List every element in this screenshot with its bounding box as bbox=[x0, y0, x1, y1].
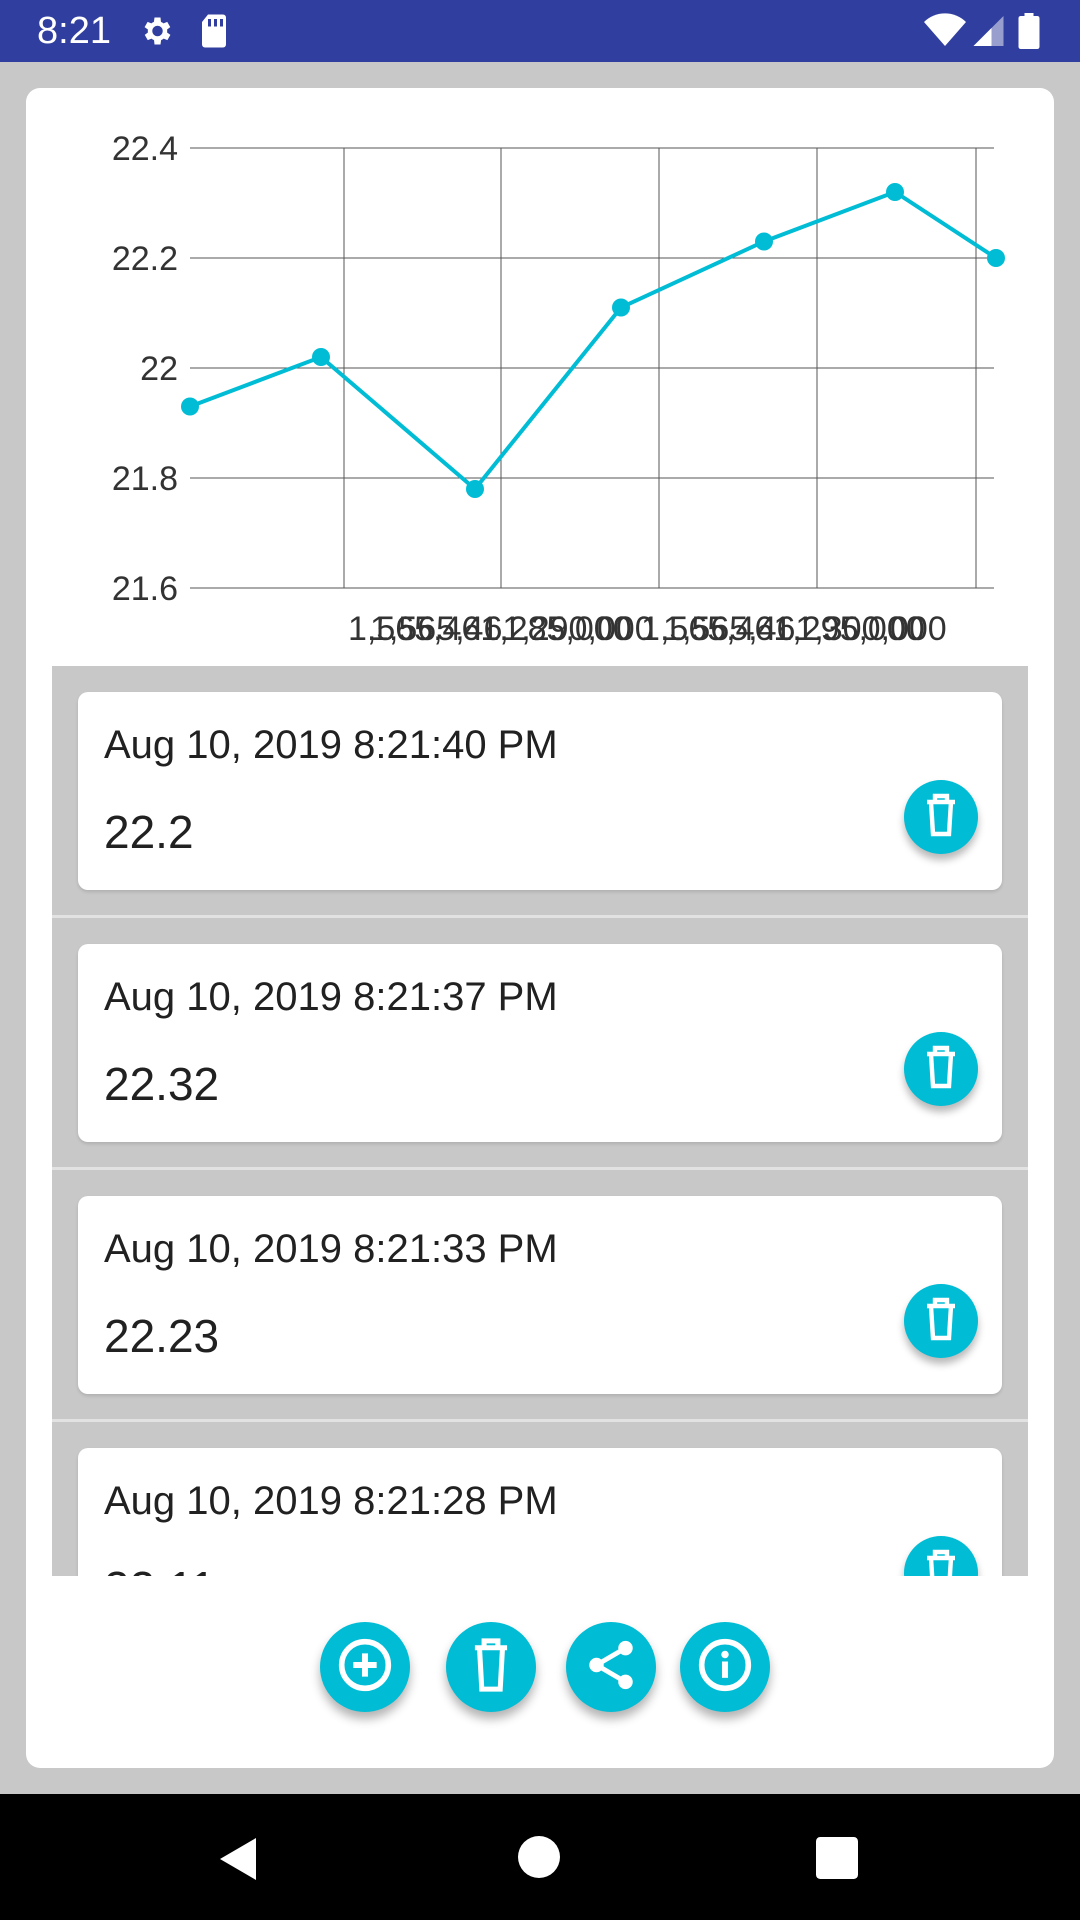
share-icon bbox=[582, 1636, 640, 1699]
list-item[interactable]: Aug 10, 2019 8:21:40 PM 22.2 bbox=[52, 666, 1028, 918]
add-icon bbox=[337, 1637, 393, 1698]
reading-value: 22.23 bbox=[104, 1310, 220, 1362]
trash-icon bbox=[921, 1548, 961, 1576]
delete-all-button[interactable] bbox=[446, 1622, 536, 1712]
delete-all-icon bbox=[468, 1636, 514, 1699]
reading-date: Aug 10, 2019 8:21:40 PM bbox=[104, 723, 558, 767]
sd-card-icon bbox=[198, 13, 230, 54]
reading-card[interactable]: Aug 10, 2019 8:21:28 PM 22.11 bbox=[78, 1448, 1002, 1576]
delete-reading-button[interactable] bbox=[904, 1284, 978, 1358]
main-card: 21.6 21.8 22 22.2 22.4 1,565,461,285,000 1,56… bbox=[26, 88, 1054, 1768]
delete-reading-button[interactable] bbox=[904, 1032, 978, 1106]
add-reading-button[interactable] bbox=[320, 1622, 410, 1712]
data-point bbox=[612, 298, 630, 317]
reading-date: Aug 10, 2019 8:21:37 PM bbox=[104, 975, 558, 1019]
y-tick-label: 22 bbox=[140, 350, 178, 388]
reading-date: Aug 10, 2019 8:21:33 PM bbox=[104, 1227, 558, 1271]
reading-value: 22.32 bbox=[104, 1058, 220, 1110]
trash-icon bbox=[921, 1296, 961, 1347]
back-icon[interactable] bbox=[216, 1836, 260, 1887]
delete-reading-button[interactable] bbox=[904, 780, 978, 854]
line-chart: 21.621.82222.222.41,565,461,285,000 1,56… bbox=[112, 130, 1005, 648]
list-item[interactable]: Aug 10, 2019 8:21:37 PM 22.32 bbox=[52, 918, 1028, 1170]
reading-card[interactable]: Aug 10, 2019 8:21:33 PM 22.23 bbox=[78, 1196, 1002, 1394]
reading-value: 22.11 bbox=[104, 1562, 216, 1576]
info-icon bbox=[697, 1637, 753, 1698]
series-line bbox=[189, 189, 998, 492]
action-bar bbox=[26, 1622, 1054, 1722]
reading-card[interactable]: Aug 10, 2019 8:21:40 PM 22.2 bbox=[78, 692, 1002, 890]
share-button[interactable] bbox=[566, 1622, 656, 1712]
navigation-bar bbox=[0, 1794, 1080, 1920]
reading-card[interactable]: Aug 10, 2019 8:21:37 PM 22.32 bbox=[78, 944, 1002, 1142]
reading-date: Aug 10, 2019 8:21:28 PM bbox=[104, 1479, 558, 1523]
trash-icon bbox=[921, 1044, 961, 1095]
list-item[interactable]: Aug 10, 2019 8:21:33 PM 22.23 bbox=[52, 1170, 1028, 1422]
delete-reading-button[interactable] bbox=[904, 1536, 978, 1576]
trash-icon bbox=[921, 792, 961, 843]
wifi-icon bbox=[924, 13, 966, 54]
x-tick-label: 1,565,461,290,000 1,565,461,300,000 bbox=[370, 610, 947, 648]
y-tick-label: 22.4 bbox=[112, 130, 178, 168]
recents-icon[interactable] bbox=[816, 1837, 858, 1884]
data-point bbox=[312, 348, 330, 366]
signal-icon bbox=[970, 13, 1004, 54]
battery-icon bbox=[1018, 13, 1040, 54]
data-point bbox=[886, 183, 904, 201]
data-point bbox=[987, 249, 1005, 267]
readings-list[interactable]: Aug 10, 2019 8:21:40 PM 22.2 Aug 10, 201… bbox=[52, 666, 1028, 1576]
home-icon[interactable] bbox=[518, 1836, 560, 1883]
data-point bbox=[181, 397, 199, 416]
info-button[interactable] bbox=[680, 1622, 770, 1712]
status-time: 8:21 bbox=[37, 10, 111, 52]
data-point bbox=[755, 232, 773, 251]
reading-value: 22.2 bbox=[104, 806, 194, 858]
y-tick-label: 21.6 bbox=[112, 570, 178, 608]
gear-icon bbox=[138, 13, 174, 54]
status-bar: 8:21 bbox=[0, 0, 1080, 62]
data-point bbox=[466, 480, 484, 498]
list-item[interactable]: Aug 10, 2019 8:21:28 PM 22.11 bbox=[52, 1422, 1028, 1576]
y-tick-label: 21.8 bbox=[112, 460, 178, 498]
y-tick-label: 22.2 bbox=[112, 240, 178, 278]
